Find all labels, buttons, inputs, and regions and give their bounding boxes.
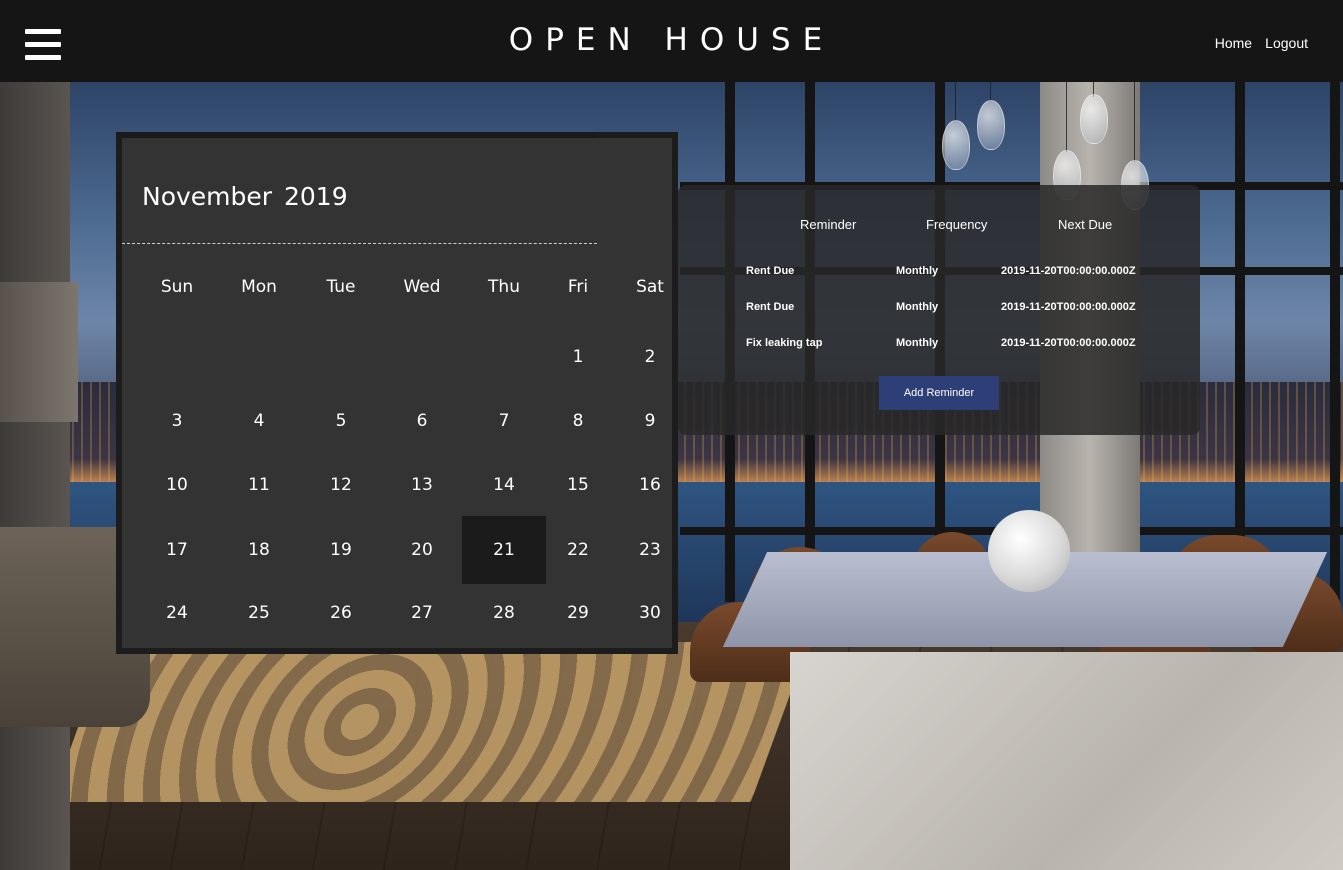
calendar-day-cell[interactable]: 5: [300, 390, 382, 452]
nav-logout-link[interactable]: Logout: [1265, 35, 1308, 51]
calendar-divider: [122, 243, 597, 244]
calendar-day-cell[interactable]: 13: [382, 454, 462, 516]
weekday-thu: Thu: [488, 277, 520, 297]
weekday-wed: Wed: [403, 277, 441, 297]
nav-links: Home Logout: [1207, 33, 1308, 52]
calendar-day-cell[interactable]: 18: [218, 516, 300, 584]
weekday-tue: Tue: [326, 277, 356, 297]
calendar-day-cell[interactable]: 25: [218, 582, 300, 644]
nav-home-link[interactable]: Home: [1215, 35, 1252, 51]
calendar-week-row: 3456789: [116, 390, 678, 452]
calendar-day-cell[interactable]: 14: [462, 454, 546, 516]
reminder-name: Rent Due: [746, 301, 795, 313]
reminder-next-due: 2019-11-20T00:00:00.000Z: [1001, 265, 1136, 277]
calendar-day-cell[interactable]: 19: [300, 516, 382, 584]
calendar-empty-cell: [218, 326, 300, 388]
calendar-weekday-row: Sun Mon Tue Wed Thu Fri Sat: [116, 272, 678, 302]
calendar-empty-cell: [300, 326, 382, 388]
calendar-day-cell[interactable]: 3: [136, 390, 218, 452]
calendar-day-cell[interactable]: 1: [546, 326, 610, 388]
calendar-day-cell[interactable]: 23: [610, 516, 690, 584]
next-due-column-header: Next Due: [1058, 217, 1113, 232]
calendar-day-cell[interactable]: 2: [610, 326, 690, 388]
reminder-frequency: Monthly: [896, 301, 939, 313]
calendar-day-cell-selected[interactable]: 21: [462, 516, 546, 584]
brand-title: OPEN HOUSE: [508, 22, 835, 58]
calendar-day-cell[interactable]: 8: [546, 390, 610, 452]
calendar-day-cell[interactable]: 11: [218, 454, 300, 516]
reminder-next-due: 2019-11-20T00:00:00.000Z: [1001, 301, 1136, 313]
calendar-month-title: November 2019: [142, 182, 348, 211]
calendar-week-row: 10 11 12 13 14 15 16: [116, 454, 678, 516]
weekday-fri: Fri: [567, 277, 589, 297]
calendar-day-cell[interactable]: 7: [462, 390, 546, 452]
reminder-frequency: Monthly: [896, 337, 939, 349]
calendar-day-cell[interactable]: 16: [610, 454, 690, 516]
reminder-next-due: 2019-11-20T00:00:00.000Z: [1001, 337, 1136, 349]
calendar-empty-cell: [462, 326, 546, 388]
weekday-sun: Sun: [160, 277, 194, 297]
weekday-sat: Sat: [636, 277, 664, 297]
weekday-mon: Mon: [241, 277, 277, 297]
reminder-frequency: Monthly: [896, 265, 939, 277]
page: OPEN HOUSE Home Logout November 2019 Sun…: [0, 0, 1343, 870]
calendar-day-cell[interactable]: 17: [136, 516, 218, 584]
calendar-week-row: 12: [116, 326, 678, 388]
calendar-day-cell[interactable]: 26: [300, 582, 382, 644]
calendar-panel: November 2019 Sun Mon Tue Wed Thu Fri Sa…: [116, 132, 678, 654]
reminders-panel: Reminder Frequency Next Due Rent Due Mon…: [678, 185, 1200, 435]
calendar-day-cell[interactable]: 20: [382, 516, 462, 584]
calendar-day-cell[interactable]: 15: [546, 454, 610, 516]
add-reminder-button[interactable]: Add Reminder: [879, 376, 999, 410]
calendar-day-cell[interactable]: 28: [462, 582, 546, 644]
frequency-column-header: Frequency: [926, 217, 988, 232]
calendar-day-cell[interactable]: 29: [546, 582, 610, 644]
calendar-day-cell[interactable]: 22: [546, 516, 610, 584]
reminder-column-header: Reminder: [800, 217, 857, 232]
calendar-day-cell[interactable]: 4: [218, 390, 300, 452]
reminder-name: Rent Due: [746, 265, 795, 277]
calendar-week-row: 17 18 19 20 21 22 23: [116, 516, 678, 584]
calendar-day-cell[interactable]: 10: [136, 454, 218, 516]
calendar-day-cell[interactable]: 24: [136, 582, 218, 644]
calendar-empty-cell: [136, 326, 218, 388]
top-navigation-bar: OPEN HOUSE Home Logout: [0, 0, 1343, 82]
calendar-day-cell[interactable]: 6: [382, 390, 462, 452]
calendar-day-cell[interactable]: 9: [610, 390, 690, 452]
calendar-day-cell[interactable]: 27: [382, 582, 462, 644]
calendar-day-cell[interactable]: 12: [300, 454, 382, 516]
calendar-week-row: 24 25 26 27 28 29 30: [116, 582, 678, 644]
calendar-empty-cell: [382, 326, 462, 388]
reminder-name: Fix leaking tap: [746, 337, 823, 349]
calendar-day-cell[interactable]: 30: [610, 582, 690, 644]
